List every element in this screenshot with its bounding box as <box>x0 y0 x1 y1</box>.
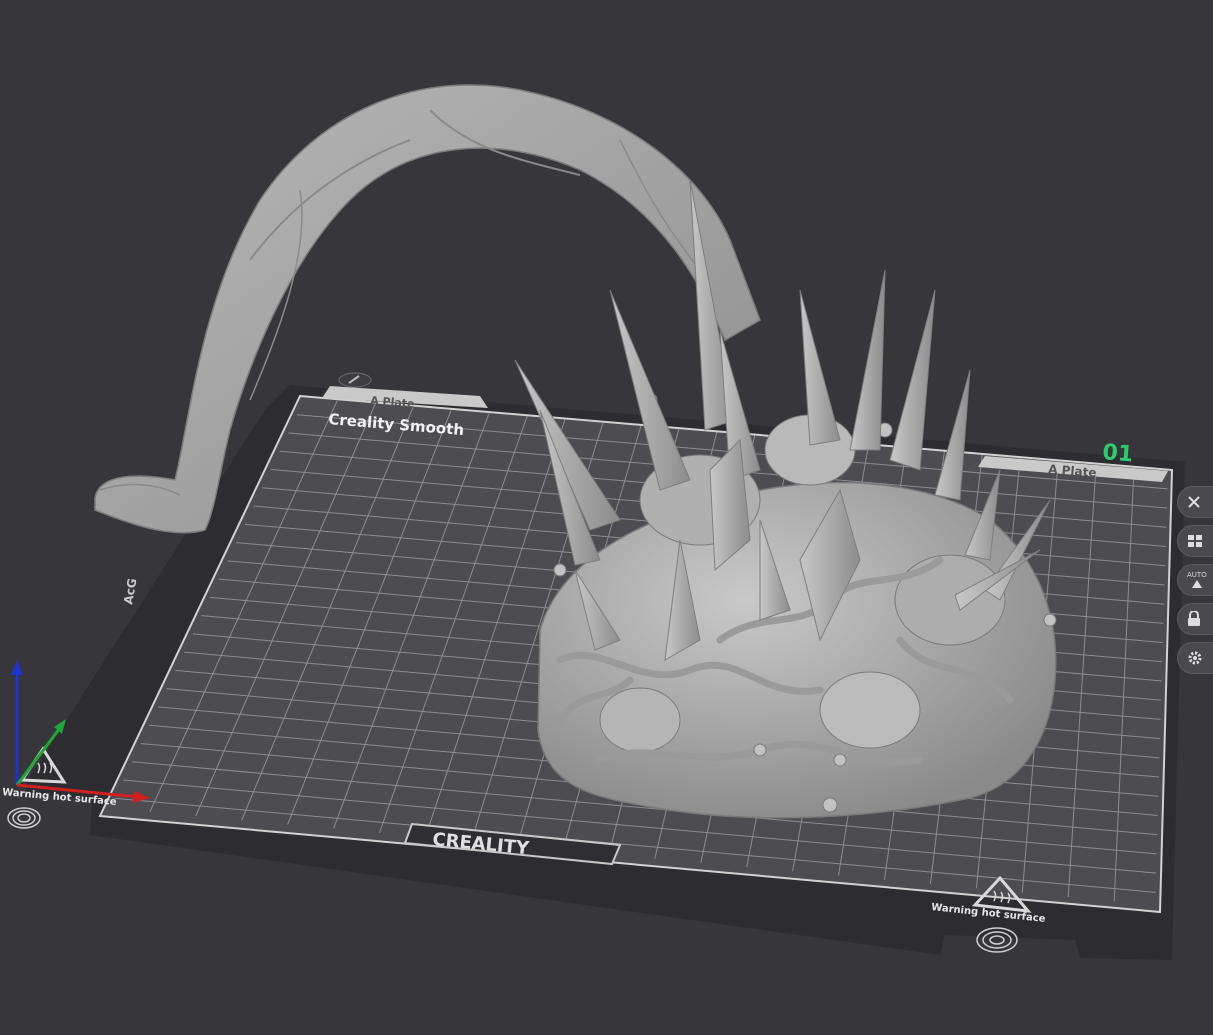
bed-side-logo: AcG <box>121 577 139 605</box>
auto-icon: AUTO <box>1187 571 1207 589</box>
settings-button[interactable] <box>1177 642 1213 674</box>
gear-icon <box>1188 651 1202 665</box>
lock-icon <box>1188 611 1200 626</box>
close-button[interactable] <box>1177 486 1213 518</box>
auto-orient-button[interactable]: AUTO <box>1177 564 1213 596</box>
viewport-toolbar: AUTO <box>1177 486 1213 674</box>
fingerprint-icon <box>7 807 41 829</box>
plate-number: 01 <box>1102 440 1135 467</box>
grid-icon <box>1188 535 1202 547</box>
close-icon <box>1188 496 1200 508</box>
3d-viewport[interactable]: A Plate Creality Smooth 01 A Plate AcG C… <box>0 0 1213 1035</box>
fingerprint-icon <box>976 927 1018 953</box>
auto-label: AUTO <box>1187 571 1207 579</box>
lock-button[interactable] <box>1177 603 1213 635</box>
arrange-button[interactable] <box>1177 525 1213 557</box>
